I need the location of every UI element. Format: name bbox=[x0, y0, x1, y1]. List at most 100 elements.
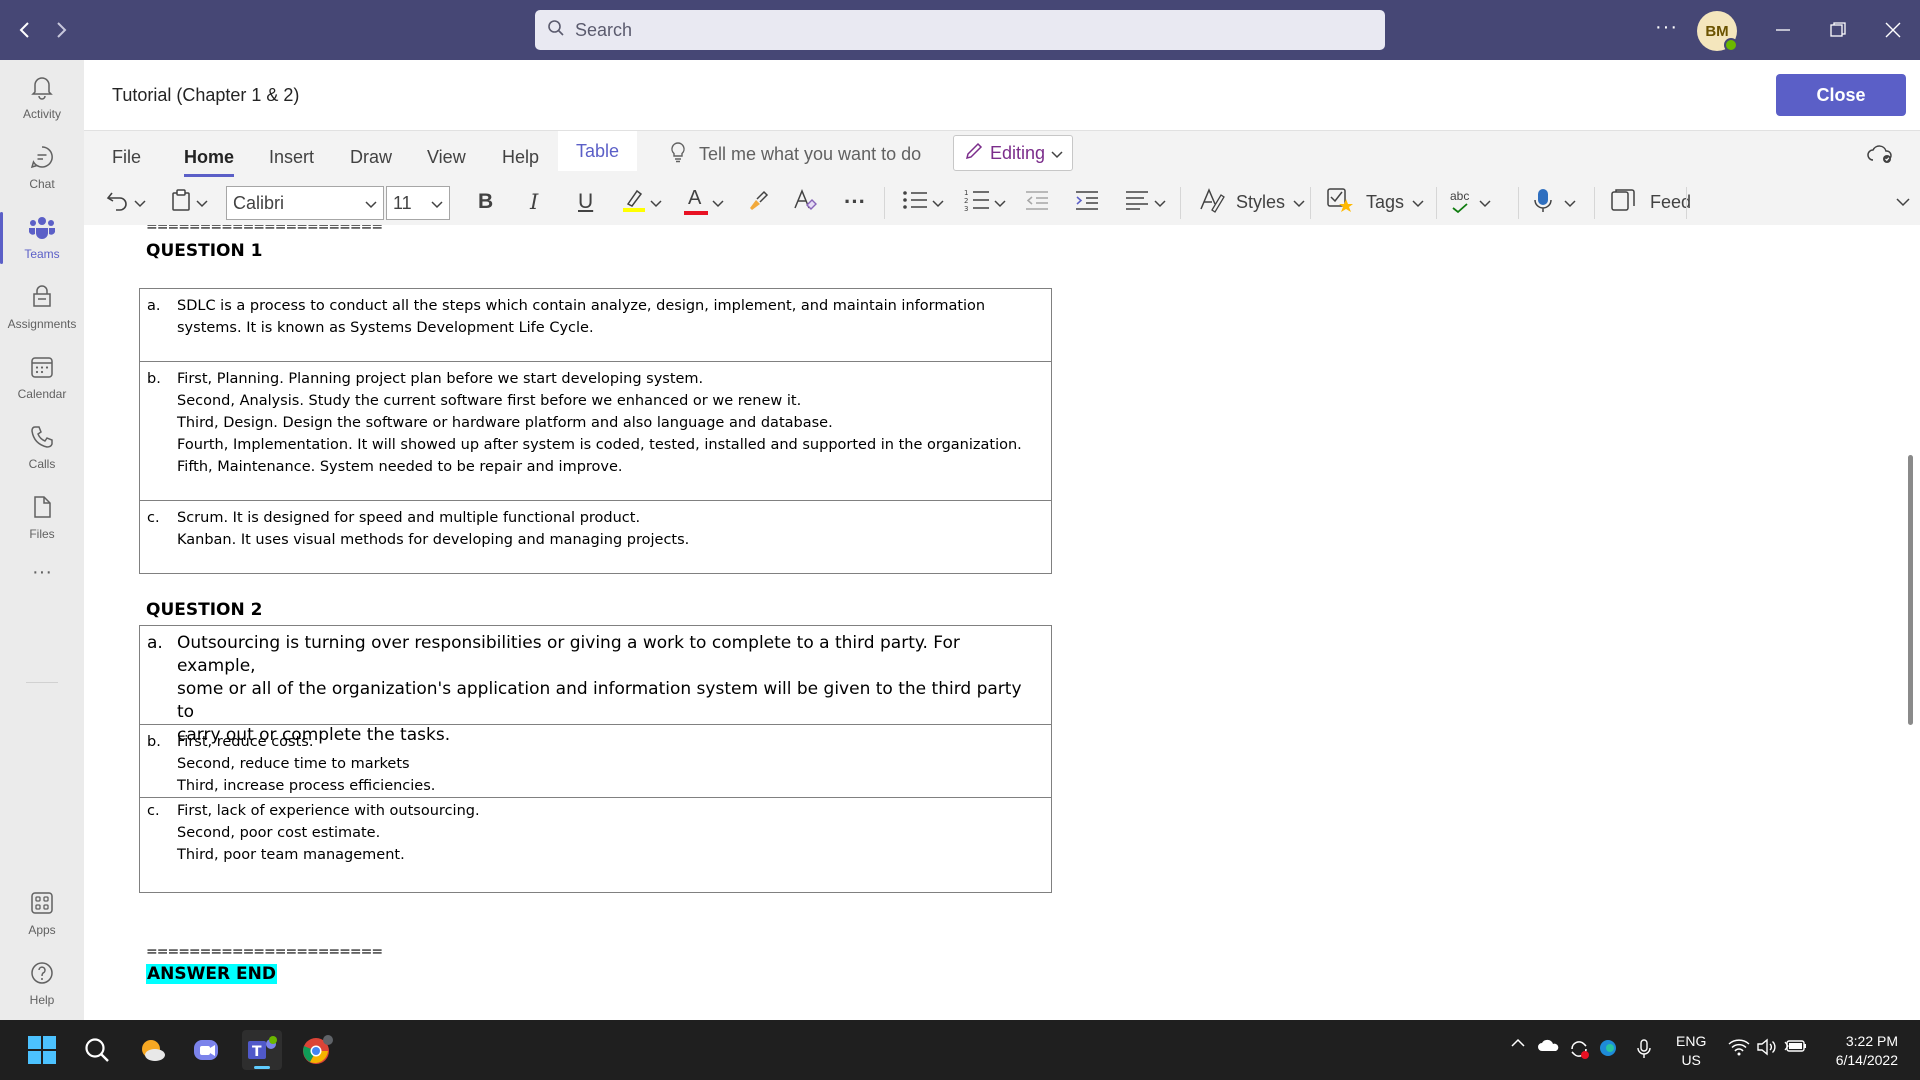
tab-home[interactable]: Home bbox=[184, 139, 235, 177]
font-color-button[interactable]: A bbox=[684, 185, 724, 219]
tab-view[interactable]: View bbox=[427, 139, 466, 175]
chevron-down-icon bbox=[932, 192, 944, 213]
close-button[interactable]: Close bbox=[1776, 74, 1906, 116]
row-text: Scrum. It is designed for speed and mult… bbox=[177, 510, 690, 548]
chat-icon bbox=[29, 144, 55, 173]
italic-button[interactable]: I bbox=[530, 185, 538, 219]
rail-item-teams[interactable]: Teams bbox=[0, 204, 84, 270]
row-label: a. bbox=[147, 633, 163, 653]
table-row[interactable]: a. Outsourcing is turning over responsib… bbox=[140, 626, 1051, 745]
font-name-dropdown[interactable]: Calibri bbox=[226, 186, 384, 220]
more-formatting-icon[interactable]: ··· bbox=[844, 185, 866, 219]
rail-item-calls[interactable]: Calls bbox=[0, 414, 84, 480]
bullets-button[interactable] bbox=[902, 185, 944, 219]
wifi-icon[interactable] bbox=[1728, 1038, 1750, 1056]
rail-item-apps[interactable]: Apps bbox=[0, 880, 84, 946]
editing-label: Editing bbox=[990, 142, 1046, 163]
back-arrow-icon[interactable] bbox=[12, 17, 38, 43]
bold-button[interactable]: B bbox=[478, 185, 493, 219]
tab-table[interactable]: Table bbox=[558, 131, 638, 171]
close-window-icon[interactable] bbox=[1878, 15, 1908, 45]
tab-draw[interactable]: Draw bbox=[350, 139, 392, 175]
paste-button[interactable] bbox=[170, 185, 208, 219]
more-apps-icon[interactable]: ··· bbox=[0, 552, 84, 592]
show-hidden-icons-icon[interactable] bbox=[1510, 1038, 1526, 1048]
question-2-table[interactable]: a. Outsourcing is turning over responsib… bbox=[139, 625, 1052, 893]
font-size-dropdown[interactable]: 11 bbox=[386, 186, 450, 220]
volume-icon[interactable] bbox=[1756, 1038, 1778, 1056]
search-placeholder: Search bbox=[575, 19, 633, 40]
tab-insert[interactable]: Insert bbox=[269, 139, 314, 175]
tab-file[interactable]: File bbox=[112, 139, 141, 175]
restore-icon[interactable] bbox=[1823, 15, 1853, 45]
feed-label: Feed bbox=[1650, 191, 1692, 212]
onedrive-icon[interactable] bbox=[1538, 1038, 1560, 1052]
question-1-table[interactable]: a. SDLC is a process to conduct all the … bbox=[139, 288, 1052, 574]
styles-button[interactable]: Styles bbox=[1198, 185, 1305, 219]
row-text: First, Planning. Planning project plan b… bbox=[177, 371, 1022, 475]
assignments-icon bbox=[29, 284, 55, 313]
taskbar-search-icon[interactable] bbox=[77, 1030, 117, 1070]
weather-icon[interactable] bbox=[132, 1030, 172, 1070]
rail-item-chat[interactable]: Chat bbox=[0, 134, 84, 200]
tags-button[interactable]: Tags bbox=[1326, 185, 1424, 219]
teams-chat-icon[interactable] bbox=[187, 1030, 227, 1070]
avatar[interactable]: BM bbox=[1697, 11, 1738, 52]
chevron-down-icon bbox=[365, 193, 377, 214]
separator-line: ====================== bbox=[146, 944, 383, 960]
row-label: c. bbox=[147, 803, 160, 819]
feed-button[interactable]: Feed bbox=[1610, 185, 1691, 219]
table-row[interactable]: c. Scrum. It is designed for speed and m… bbox=[140, 501, 1051, 573]
chevron-down-icon bbox=[431, 193, 443, 214]
increase-indent-button[interactable] bbox=[1074, 185, 1100, 219]
ribbon: File Home Insert Draw View Help Table Te… bbox=[84, 130, 1920, 225]
input-language[interactable]: ENG US bbox=[1676, 1032, 1706, 1070]
microphone-tray-icon[interactable] bbox=[1636, 1038, 1652, 1060]
teams-app-icon[interactable]: T bbox=[242, 1030, 282, 1070]
taskbar-clock[interactable]: 3:22 PM 6/14/2022 bbox=[1820, 1032, 1898, 1070]
question-1-heading: QUESTION 1 bbox=[146, 241, 263, 261]
chrome-icon[interactable] bbox=[297, 1030, 337, 1070]
align-button[interactable] bbox=[1124, 185, 1166, 219]
ribbon-collapse-icon[interactable] bbox=[1896, 185, 1910, 219]
vertical-scrollbar[interactable] bbox=[1908, 455, 1913, 725]
editing-mode-dropdown[interactable]: Editing bbox=[953, 135, 1073, 171]
underline-button[interactable]: U bbox=[578, 185, 593, 219]
table-row[interactable]: a. SDLC is a process to conduct all the … bbox=[140, 289, 1051, 362]
battery-icon[interactable] bbox=[1784, 1038, 1808, 1054]
table-row[interactable]: c. First, lack of experience with outsou… bbox=[140, 798, 1051, 892]
numbering-button[interactable]: 123 bbox=[964, 185, 1006, 219]
tab-help[interactable]: Help bbox=[502, 139, 539, 175]
question-2-heading: QUESTION 2 bbox=[146, 600, 263, 620]
clear-formatting-button[interactable] bbox=[792, 185, 818, 219]
format-painter-button[interactable] bbox=[746, 185, 770, 219]
more-options-icon[interactable]: ··· bbox=[1655, 16, 1678, 39]
undo-button[interactable] bbox=[106, 185, 146, 219]
decrease-indent-button[interactable] bbox=[1024, 185, 1050, 219]
rail-item-calendar[interactable]: Calendar bbox=[0, 344, 84, 410]
rail-item-help[interactable]: Help bbox=[0, 950, 84, 1016]
edge-sync-icon[interactable] bbox=[1598, 1038, 1618, 1058]
highlight-button[interactable] bbox=[622, 185, 662, 219]
cloud-sync-icon[interactable] bbox=[1866, 143, 1894, 170]
windows-start-icon[interactable] bbox=[22, 1030, 62, 1070]
lightbulb-icon bbox=[669, 141, 687, 168]
rail-item-files[interactable]: Files bbox=[0, 484, 84, 550]
spelling-button[interactable]: abc bbox=[1450, 185, 1491, 219]
rail-item-activity[interactable]: Activity bbox=[0, 64, 84, 130]
forward-arrow-icon[interactable] bbox=[48, 17, 74, 43]
dictate-button[interactable] bbox=[1532, 185, 1576, 219]
minimize-icon[interactable] bbox=[1768, 15, 1798, 45]
table-row[interactable]: b. First, Planning. Planning project pla… bbox=[140, 362, 1051, 501]
sync-icon[interactable] bbox=[1568, 1038, 1590, 1060]
rail-label: Activity bbox=[22, 106, 61, 121]
chevron-down-icon bbox=[196, 192, 208, 213]
tell-me-search[interactable]: Tell me what you want to do bbox=[669, 141, 921, 168]
chevron-down-icon bbox=[134, 192, 146, 213]
chevron-down-icon bbox=[1293, 192, 1305, 213]
rail-item-assignments[interactable]: Assignments bbox=[0, 274, 84, 340]
search-input[interactable]: Search bbox=[535, 10, 1385, 50]
document-canvas[interactable]: ====================== QUESTION 1 a. SDL… bbox=[84, 225, 1920, 1020]
microphone-icon bbox=[1532, 187, 1554, 218]
windows-taskbar: T ENG US 3:22 PM 6/14/2022 bbox=[0, 1020, 1920, 1080]
